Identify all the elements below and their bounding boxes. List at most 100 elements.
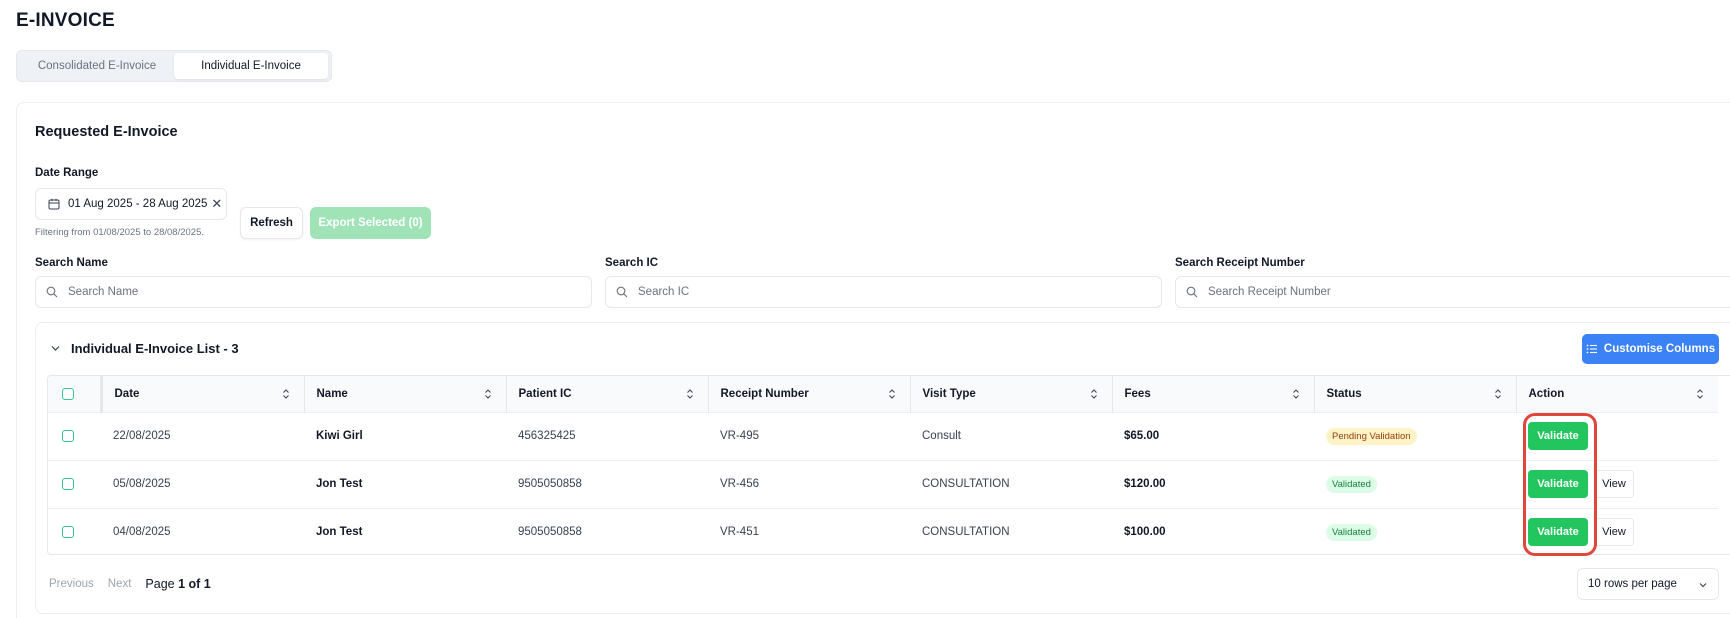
row-checkbox[interactable] <box>62 477 74 490</box>
sort-icon[interactable] <box>484 388 492 400</box>
cell-receipt-number: VR-451 <box>720 526 759 539</box>
date-range-label: Date Range <box>35 167 99 179</box>
customise-columns-button[interactable]: Customise Columns <box>1582 334 1719 364</box>
search-name-input[interactable]: Search Name <box>35 276 592 308</box>
sort-icon[interactable] <box>686 388 694 400</box>
page-word: Page <box>145 577 175 591</box>
cell-fees: $120.00 <box>1124 478 1166 490</box>
refresh-button[interactable]: Refresh <box>240 207 303 239</box>
export-selected-button[interactable]: Export Selected (0) <box>310 207 431 239</box>
row-select-cell <box>48 508 101 554</box>
cell-visit-type: CONSULTATION <box>922 478 1010 490</box>
cell-name: Kiwi Girl <box>316 430 363 442</box>
search-icon <box>616 286 628 298</box>
sort-icon[interactable] <box>1292 388 1300 400</box>
invoice-table: Date Name Patient IC Receipt Number Visi… <box>47 375 1730 555</box>
cell-action: Validate View <box>1516 460 1718 508</box>
row-select-cell <box>48 460 101 508</box>
filter-note: Filtering from 01/08/2025 to 28/08/2025. <box>35 227 205 238</box>
column-header-visit-type[interactable]: Visit Type <box>910 376 1113 412</box>
search-name-label: Search Name <box>35 257 108 269</box>
cell-date: 22/08/2025 <box>113 430 171 442</box>
select-all-cell <box>48 376 103 412</box>
tab-individual-e-invoice[interactable]: Individual E-Invoice <box>174 53 328 79</box>
next-page-button[interactable]: Next <box>108 578 132 590</box>
search-receipt-input[interactable]: Search Receipt Number <box>1175 276 1730 308</box>
cell-action: Validate View <box>1516 508 1718 554</box>
tab-consolidated-e-invoice[interactable]: Consolidated E-Invoice <box>20 53 174 79</box>
validate-button[interactable]: Validate <box>1528 422 1588 450</box>
view-button[interactable]: View <box>1594 518 1634 547</box>
search-name-placeholder: Search Name <box>68 286 139 298</box>
table-row: 22/08/2025 Kiwi Girl 456325425 VR-495 Co… <box>48 412 1718 460</box>
list-title: Individual E-Invoice List - 3 <box>71 341 239 356</box>
calendar-icon <box>48 198 60 210</box>
view-button[interactable]: View <box>1594 470 1634 498</box>
page-current: 1 of 1 <box>178 577 211 591</box>
validate-button[interactable]: Validate <box>1528 518 1588 547</box>
search-icon <box>1186 286 1198 298</box>
previous-page-button[interactable]: Previous <box>49 578 94 590</box>
cell-status: Validated <box>1314 508 1516 554</box>
cell-visit-type: CONSULTATION <box>922 526 1010 539</box>
sort-icon[interactable] <box>1696 388 1704 400</box>
search-icon <box>46 286 58 298</box>
cell-patient-ic: 456325425 <box>518 430 576 442</box>
table-row: 05/08/2025 Jon Test 9505050858 VR-456 CO… <box>48 460 1718 508</box>
cell-receipt-number: VR-495 <box>720 430 759 442</box>
page-indicator: Page 1 of 1 <box>145 577 210 591</box>
rows-per-page-select[interactable]: 10 rows per page <box>1577 568 1719 600</box>
cell-action: Validate <box>1516 412 1718 460</box>
table-row: 04/08/2025 Jon Test 9505050858 VR-451 CO… <box>48 508 1718 554</box>
sort-icon[interactable] <box>282 388 290 400</box>
customise-columns-label: Customise Columns <box>1603 343 1716 355</box>
status-badge: Pending Validation <box>1326 427 1417 445</box>
cell-receipt-number: VR-456 <box>720 478 759 490</box>
cell-date: 04/08/2025 <box>113 526 171 539</box>
sort-icon[interactable] <box>888 388 896 400</box>
cell-status: Pending Validation <box>1314 412 1516 460</box>
cell-fees: $100.00 <box>1124 526 1166 539</box>
tab-bar: Consolidated E-Invoice Individual E-Invo… <box>16 50 332 82</box>
row-checkbox[interactable] <box>62 429 74 442</box>
section-title: Requested E-Invoice <box>35 124 178 140</box>
rows-per-page-value: 10 rows per page <box>1588 578 1677 590</box>
cell-fees: $65.00 <box>1124 430 1160 442</box>
pagination: Previous Next Page 1 of 1 <box>49 577 211 591</box>
chevron-down-icon[interactable] <box>50 343 61 354</box>
row-checkbox[interactable] <box>62 526 74 539</box>
search-receipt-label: Search Receipt Number <box>1175 257 1305 269</box>
search-ic-placeholder: Search IC <box>638 286 690 298</box>
cell-date: 05/08/2025 <box>113 478 171 490</box>
status-badge: Validated <box>1326 475 1377 493</box>
date-range-picker[interactable]: 01 Aug 2025 - 28 Aug 2025 ✕ <box>35 188 227 220</box>
cell-patient-ic: 9505050858 <box>518 526 582 539</box>
cell-name: Jon Test <box>316 526 363 539</box>
cell-visit-type: Consult <box>922 430 961 442</box>
cell-name: Jon Test <box>316 478 363 490</box>
column-header-action[interactable]: Action <box>1516 376 1718 412</box>
sort-icon[interactable] <box>1494 388 1502 400</box>
table-header-row: Date Name Patient IC Receipt Number Visi… <box>48 376 1718 412</box>
column-header-fees[interactable]: Fees <box>1112 376 1315 412</box>
status-badge: Validated <box>1326 523 1377 541</box>
search-ic-label: Search IC <box>605 257 659 269</box>
search-receipt-placeholder: Search Receipt Number <box>1208 286 1331 298</box>
column-header-patient-ic[interactable]: Patient IC <box>506 376 709 412</box>
search-ic-input[interactable]: Search IC <box>605 276 1162 308</box>
cell-status: Validated <box>1314 460 1516 508</box>
column-header-receipt-number[interactable]: Receipt Number <box>708 376 911 412</box>
column-header-status[interactable]: Status <box>1314 376 1517 412</box>
close-icon[interactable]: ✕ <box>211 196 222 212</box>
cell-patient-ic: 9505050858 <box>518 478 582 490</box>
list-icon <box>1586 344 1597 354</box>
column-header-name[interactable]: Name <box>304 376 507 412</box>
row-select-cell <box>48 412 101 460</box>
column-header-date[interactable]: Date <box>101 376 305 412</box>
page-title: E-INVOICE <box>16 10 115 31</box>
validate-button[interactable]: Validate <box>1528 470 1588 498</box>
list-header[interactable]: Individual E-Invoice List - 3 <box>50 341 239 356</box>
date-range-value: 01 Aug 2025 - 28 Aug 2025 <box>68 198 208 210</box>
sort-icon[interactable] <box>1090 388 1098 400</box>
select-all-checkbox[interactable] <box>62 387 74 400</box>
